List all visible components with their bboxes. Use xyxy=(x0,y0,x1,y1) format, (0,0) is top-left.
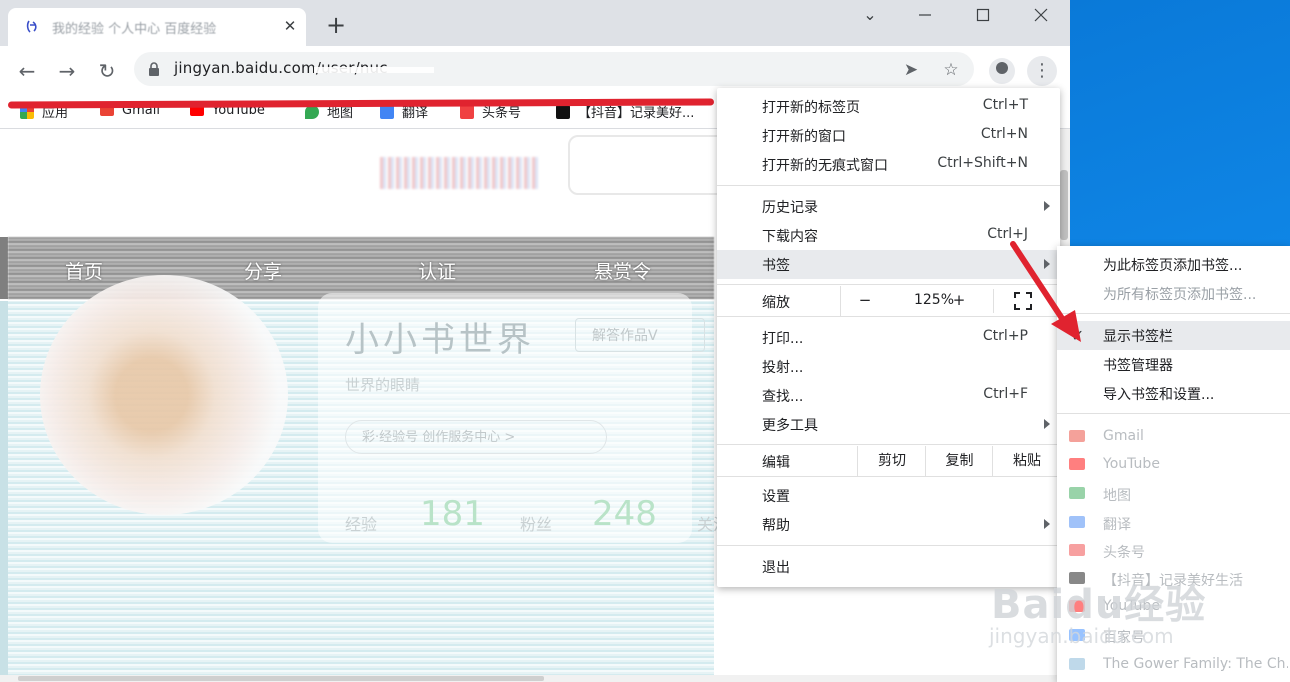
paste-button[interactable]: 粘贴 xyxy=(992,446,1061,476)
vertical-scroll-thumb[interactable] xyxy=(1060,170,1068,240)
user-name: 小小书世界 xyxy=(345,320,535,360)
menu-separator xyxy=(717,444,1060,445)
maps-pin-icon xyxy=(1069,487,1085,499)
send-to-devices-icon[interactable]: ➤ xyxy=(900,60,922,80)
reload-button[interactable]: ↻ xyxy=(92,56,122,86)
menu-new-window[interactable]: 打开新的窗口 Ctrl+N xyxy=(717,121,1060,150)
menu-new-tab[interactable]: 打开新的标签页 Ctrl+T xyxy=(717,92,1060,121)
copy-button[interactable]: 复制 xyxy=(925,446,993,476)
menu-find[interactable]: 查找... Ctrl+F xyxy=(717,381,1060,410)
watermark-url: jingyan.baidu.com xyxy=(989,624,1174,648)
menu-help[interactable]: 帮助 xyxy=(717,510,1060,539)
translate-icon xyxy=(1069,516,1085,528)
address-bar[interactable]: jingyan.baidu.com/user/nuc ➤ ☆ xyxy=(134,52,974,86)
stat-label: 经验 xyxy=(345,515,378,534)
cut-button[interactable]: 剪切 xyxy=(857,446,926,476)
site-logo[interactable] xyxy=(380,157,540,189)
forward-button[interactable]: → xyxy=(52,56,82,86)
tab-search-icon[interactable]: ⌄ xyxy=(850,2,890,28)
profile-avatar-icon[interactable] xyxy=(989,58,1015,84)
bookmark-manager-item[interactable]: 书签管理器 xyxy=(1057,350,1290,379)
menu-edit-row: 编辑 剪切 复制 粘贴 xyxy=(717,446,1060,476)
submenu-bookmark-entry[interactable]: Gmail xyxy=(1057,422,1290,451)
nav-share[interactable]: 分享 xyxy=(244,257,282,284)
nav-bounty[interactable]: 悬赏令 xyxy=(594,257,651,284)
creator-center-link[interactable]: 彩·经验号 创作服务中心 > xyxy=(345,420,607,454)
menu-more-tools[interactable]: 更多工具 xyxy=(717,410,1060,439)
edit-label: 编辑 xyxy=(762,455,790,471)
maximize-button[interactable] xyxy=(963,2,1003,28)
toutiao-icon xyxy=(460,105,474,119)
chrome-menu-button[interactable]: ⋮ xyxy=(1027,56,1057,86)
chrome-window: 我的经验 个人中心 百度经验 ✕ + ⌄ ← → ↻ jingyan.baidu… xyxy=(0,0,1070,682)
submenu-separator xyxy=(1057,413,1290,414)
url-redaction xyxy=(314,67,434,73)
close-window-button[interactable] xyxy=(1021,2,1061,28)
close-tab-icon[interactable]: ✕ xyxy=(280,16,300,36)
menu-incognito[interactable]: 打开新的无痕式窗口 Ctrl+Shift+N xyxy=(717,150,1060,179)
import-bookmarks-item[interactable]: 导入书签和设置... xyxy=(1057,379,1290,408)
submenu-arrow-icon xyxy=(1044,519,1050,529)
submenu-bookmark-entry[interactable]: 地图 xyxy=(1057,479,1290,508)
stat-value[interactable]: 248 xyxy=(592,494,657,534)
youtube-icon xyxy=(1069,458,1085,470)
bookmark-star-icon[interactable]: ☆ xyxy=(940,60,962,80)
douyin-icon xyxy=(556,105,570,119)
red-arrow-annotation xyxy=(1010,241,1081,342)
user-avatar[interactable] xyxy=(40,275,288,515)
active-tab[interactable]: 我的经验 个人中心 百度经验 ✕ xyxy=(8,8,306,46)
zoom-out-button[interactable]: − xyxy=(855,291,875,309)
back-button[interactable]: ← xyxy=(12,56,42,86)
zoom-label: 缩放 xyxy=(762,295,790,311)
baidu-watermark: Baidu经验 jingyan.baidu.com xyxy=(985,572,1245,662)
submenu-bookmark-entry[interactable]: YouTube xyxy=(1057,450,1290,479)
horizontal-scroll-thumb[interactable] xyxy=(18,676,544,681)
nav-home[interactable]: 首页 xyxy=(65,257,103,284)
menu-cast[interactable]: 投射... xyxy=(717,352,1060,381)
hero-edge xyxy=(0,301,8,682)
nav-certify[interactable]: 认证 xyxy=(418,257,456,284)
lock-icon[interactable] xyxy=(148,61,160,77)
submenu-bookmark-entry[interactable]: 翻译 xyxy=(1057,508,1290,537)
translate-icon xyxy=(380,105,394,119)
menu-settings[interactable]: 设置 xyxy=(717,481,1060,510)
gmail-icon xyxy=(1069,430,1085,442)
menu-separator xyxy=(717,476,1060,477)
submenu-arrow-icon xyxy=(1044,419,1050,429)
user-badge[interactable]: 解答作品V xyxy=(575,318,705,352)
menu-history[interactable]: 历史记录 xyxy=(717,192,1060,221)
browser-toolbar: ← → ↻ jingyan.baidu.com/user/nuc ➤ ☆ ⋮ xyxy=(0,46,1070,94)
menu-separator xyxy=(717,545,1060,546)
menu-separator xyxy=(717,185,1060,186)
toutiao-icon xyxy=(1069,544,1085,556)
site-search-box[interactable] xyxy=(568,135,742,195)
submenu-bookmark-entry[interactable]: 头条号 xyxy=(1057,536,1290,565)
nav-edge xyxy=(0,237,8,299)
minimize-button[interactable] xyxy=(905,2,945,28)
tab-title: 我的经验 个人中心 百度经验 xyxy=(52,22,217,37)
site-favicon-icon xyxy=(24,19,40,35)
watermark-logo: Baidu经验 xyxy=(991,582,1207,628)
stat-value[interactable]: 181 xyxy=(420,494,485,534)
zoom-in-button[interactable]: + xyxy=(949,291,969,309)
new-tab-button[interactable]: + xyxy=(323,12,349,38)
tab-strip: 我的经验 个人中心 百度经验 ✕ + ⌄ xyxy=(0,0,1070,46)
stat-label: 粉丝 xyxy=(520,515,553,534)
user-bio: 世界的眼睛 xyxy=(345,376,421,394)
submenu-arrow-icon xyxy=(1044,201,1050,211)
